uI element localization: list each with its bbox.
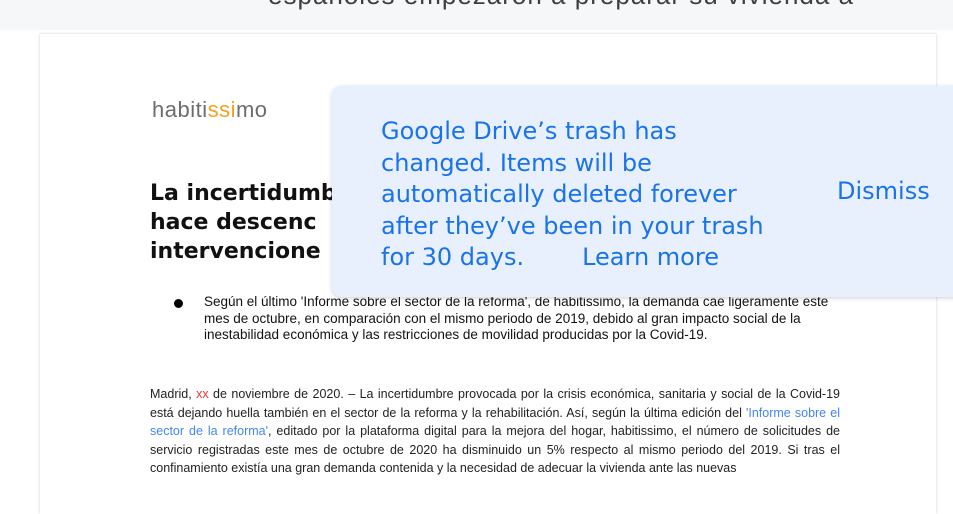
habitissimo-logo: habitissimo — [152, 97, 268, 122]
bullet-text: Según el último 'Informe sobre el sector… — [204, 294, 829, 342]
bullet-dot-icon — [174, 299, 183, 308]
date-placeholder: xx — [196, 387, 209, 401]
toast-message-line: after they’ve been in your trash — [381, 211, 764, 240]
toast-message: Google Drive’s trash has changed. Items … — [381, 116, 801, 274]
background-text: españoles empezaron a preparar su vivien… — [268, 0, 854, 11]
learn-more-link[interactable]: Learn more — [582, 243, 719, 271]
toast-message-line: changed. Items will be — [381, 148, 652, 177]
dismiss-button[interactable]: Dismiss — [837, 177, 930, 205]
body-paragraph: Madrid, xx de noviembre de 2020. – La in… — [150, 387, 840, 475]
toast-message-line: Google Drive’s trash has — [381, 117, 677, 145]
trash-policy-toast: Google Drive’s trash has changed. Items … — [332, 86, 953, 297]
toast-message-line: automatically deleted forever — [381, 180, 737, 208]
background-document-strip: españoles empezaron a preparar su vivien… — [0, 0, 953, 30]
toast-message-line: for 30 days. Learn more — [381, 243, 719, 271]
summary-bullet: Según el último 'Informe sobre el sector… — [174, 294, 834, 344]
